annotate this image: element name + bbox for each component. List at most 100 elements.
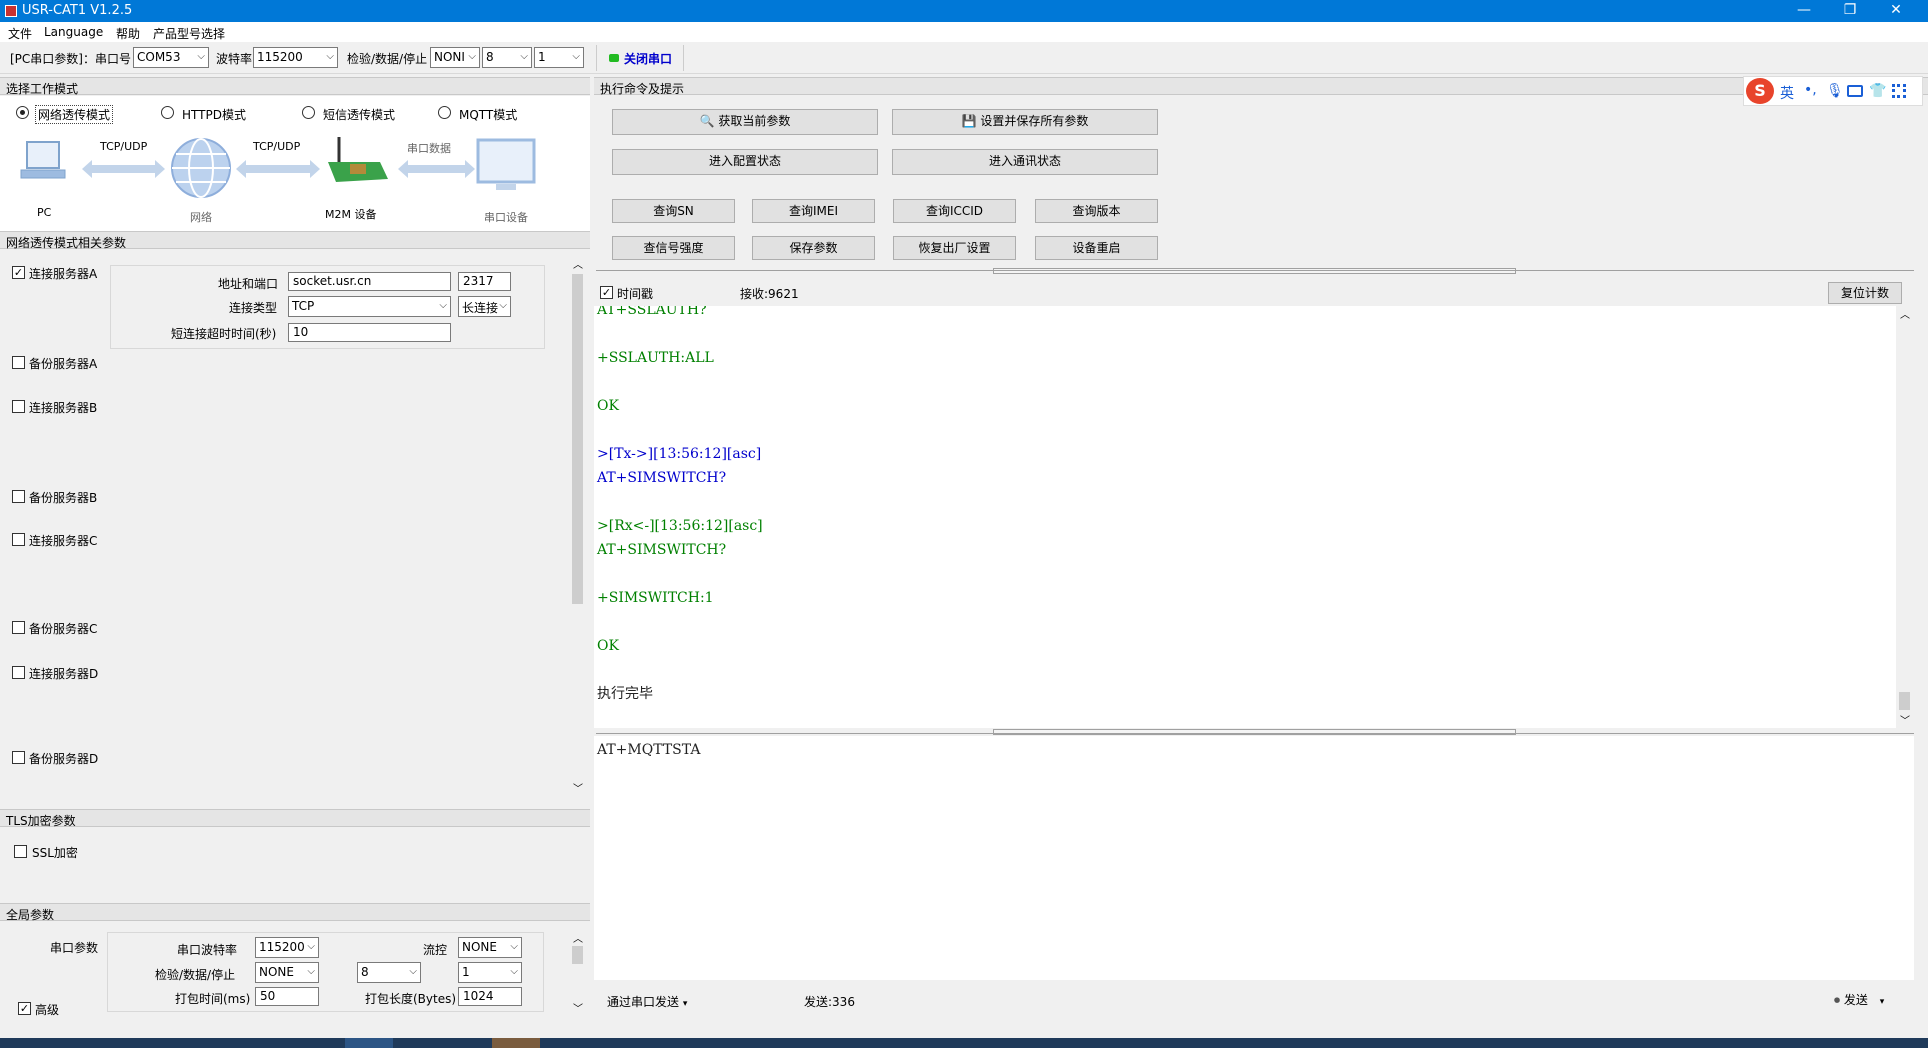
ime-punct[interactable]: •, [1804, 82, 1817, 98]
mode-radio-sms[interactable] [302, 106, 315, 119]
backup-a-checkbox[interactable] [12, 356, 25, 369]
scroll-thumb[interactable] [1899, 692, 1910, 710]
get-params-button[interactable]: 🔍 获取当前参数 [612, 109, 878, 135]
close-button[interactable]: ✕ [1873, 0, 1919, 22]
conn-type-select[interactable]: TCP ⌵ [288, 296, 451, 317]
pack-len-input[interactable]: 1024 [458, 987, 522, 1006]
server-d-checkbox[interactable] [12, 666, 25, 679]
global-data-bits-value: 8 [361, 965, 369, 979]
global-scrollbar[interactable]: ︿ ﹀ [570, 930, 585, 1015]
mode-label-httpd[interactable]: HTTPD模式 [182, 106, 246, 123]
get-params-label: 获取当前参数 [718, 114, 791, 128]
ime-mode[interactable]: 英 [1780, 83, 1794, 103]
mode-radio-network[interactable] [16, 106, 29, 119]
skin-icon[interactable]: 👕 [1869, 83, 1886, 99]
flow-select[interactable]: NONE ⌵ [458, 937, 522, 958]
baud-select[interactable]: 115200 ⌵ [253, 47, 338, 68]
restore-button[interactable]: ❐ [1827, 0, 1873, 22]
sogou-logo-icon[interactable]: S [1746, 78, 1774, 104]
global-data-bits-select[interactable]: 8 ⌵ [357, 962, 421, 983]
send-label: 发送 [1843, 993, 1868, 1007]
send-via-dropdown[interactable]: 通过串口发送 ▾ [607, 993, 687, 1010]
left-scrollbar[interactable]: ︿ ﹀ [570, 256, 585, 796]
query-imei-button[interactable]: 查询IMEI [752, 199, 875, 223]
taskbar-item[interactable] [492, 1038, 540, 1048]
menu-language[interactable]: Language [44, 25, 103, 39]
query-sn-button[interactable]: 查询SN [612, 199, 735, 223]
scroll-thumb[interactable] [572, 274, 583, 604]
mode-label-mqtt[interactable]: MQTT模式 [459, 106, 517, 123]
query-version-button[interactable]: 查询版本 [1035, 199, 1158, 223]
scroll-down-icon[interactable]: ﹀ [573, 780, 583, 795]
splitter-top[interactable] [993, 268, 1516, 274]
keyboard-icon[interactable] [1847, 85, 1863, 97]
scroll-up-icon[interactable]: ︿ [573, 256, 583, 271]
conn-mode-select[interactable]: 长连接 ⌵ [458, 296, 511, 317]
factory-reset-button[interactable]: 恢复出厂设置 [893, 236, 1016, 260]
global-stop-bits-value: 1 [462, 965, 470, 979]
enter-comm-button[interactable]: 进入通讯状态 [892, 149, 1158, 175]
ssl-checkbox[interactable] [14, 845, 27, 858]
log-scrollbar[interactable]: ︿ ﹀ [1896, 306, 1913, 728]
splitter-bottom[interactable] [993, 729, 1516, 735]
pc-params-label: [PC串口参数]：串口号 [10, 52, 131, 66]
globe-icon [171, 138, 231, 198]
query-iccid-button[interactable]: 查询ICCID [893, 199, 1016, 223]
mode-radio-mqtt[interactable] [438, 106, 451, 119]
app-icon [5, 5, 17, 17]
server-c-checkbox[interactable] [12, 533, 25, 546]
address-input[interactable]: socket.usr.cn [288, 272, 451, 291]
backup-d-checkbox[interactable] [12, 751, 25, 764]
send-textarea[interactable]: AT+MQTTSTA [594, 736, 1914, 980]
timeout-input[interactable]: 10 [288, 323, 451, 342]
send-button[interactable]: ⏺ 发送 ▾ [1834, 991, 1884, 1008]
com-port-select[interactable]: COM53 ⌵ [133, 47, 209, 68]
scroll-down-icon[interactable]: ﹀ [1900, 712, 1910, 727]
scroll-down-icon[interactable]: ﹀ [573, 1000, 583, 1015]
chevron-down-icon: ⌵ [409, 966, 417, 977]
arrow-icon [82, 160, 165, 178]
minimize-button[interactable]: — [1781, 0, 1827, 22]
save-param-button[interactable]: 保存参数 [752, 236, 875, 260]
backup-c-checkbox[interactable] [12, 621, 25, 634]
global-baud-select[interactable]: 115200 ⌵ [255, 937, 319, 958]
timestamp-checkbox[interactable]: ✓ [600, 286, 613, 299]
reboot-button[interactable]: 设备重启 [1035, 236, 1158, 260]
global-baud-value: 115200 [259, 940, 305, 954]
net-params-panel: ✓ 连接服务器A 地址和端口 socket.usr.cn 2317 连接类型 T… [0, 251, 570, 798]
server-a-checkbox[interactable]: ✓ [12, 266, 25, 279]
pack-time-input[interactable]: 50 [255, 987, 319, 1006]
menu-product-model[interactable]: 产品型号选择 [153, 25, 225, 42]
global-stop-bits-select[interactable]: 1 ⌵ [458, 962, 522, 983]
mode-label-network[interactable]: 网络透传模式 [35, 105, 114, 124]
reset-count-button[interactable]: 复位计数 [1828, 282, 1902, 304]
receive-log[interactable]: AT+SSLAUTH? +SSLAUTH:ALL OK >[Tx->][13:5… [594, 306, 1896, 728]
taskbar-item[interactable] [345, 1038, 393, 1048]
parity-select[interactable]: NONI ⌵ [430, 47, 480, 68]
conn-mode-value: 长连接 [462, 301, 499, 315]
advanced-checkbox[interactable]: ✓ [18, 1002, 31, 1015]
backup-b-checkbox[interactable] [12, 490, 25, 503]
advanced-label: 高级 [35, 1003, 60, 1017]
port-input[interactable]: 2317 [458, 272, 511, 291]
pc-icon [20, 141, 66, 179]
query-signal-button[interactable]: 查信号强度 [612, 236, 735, 260]
close-port-button[interactable]: 关闭串口 [596, 45, 684, 71]
mode-label-sms[interactable]: 短信透传模式 [323, 106, 395, 123]
microphone-icon[interactable]: 🎙 [1826, 83, 1844, 99]
data-bits-select[interactable]: 8 ⌵ [482, 47, 532, 68]
scroll-up-icon[interactable]: ︿ [1900, 306, 1910, 321]
menu-file[interactable]: 文件 [8, 25, 32, 42]
stop-bits-select[interactable]: 1 ⌵ [534, 47, 584, 68]
save-params-button[interactable]: 💾 设置并保存所有参数 [892, 109, 1158, 135]
diagram-network-label: 网络 [190, 211, 212, 224]
data-bits-value: 8 [486, 50, 494, 64]
scroll-up-icon[interactable]: ︿ [573, 930, 583, 945]
global-parity-select[interactable]: NONE ⌵ [255, 962, 319, 983]
mode-radio-httpd[interactable] [161, 106, 174, 119]
toolbox-icon[interactable] [1892, 84, 1906, 98]
server-b-checkbox[interactable] [12, 400, 25, 413]
scroll-thumb[interactable] [572, 946, 583, 964]
enter-config-button[interactable]: 进入配置状态 [612, 149, 878, 175]
menu-help[interactable]: 帮助 [116, 25, 140, 42]
